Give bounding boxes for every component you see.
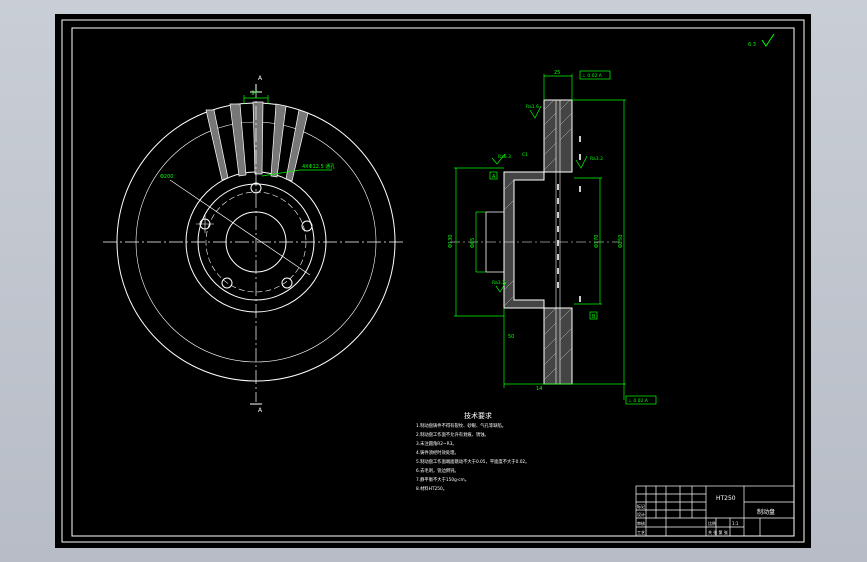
dim-top: 25 [554, 70, 560, 76]
dim-bottom: 14 [536, 386, 542, 392]
roughness-label-4: Ra3.2 [492, 280, 505, 286]
title-row-label: 设计 [637, 511, 645, 517]
title-part-name: 制动盘 [757, 508, 775, 516]
roughness-label-2: Ra3.2 [590, 156, 603, 162]
tech-req-line: 8.材料HT250。 [416, 485, 447, 492]
title-row-label: 标记 [637, 503, 645, 509]
tech-req-title: 技术要求 [464, 411, 492, 420]
tech-req-line: 2.制动盘工作面不允许有划痕、锈蚀。 [416, 431, 489, 438]
dim-hub: 50 [508, 334, 514, 340]
dim-right-outer: Φ250 [618, 235, 624, 248]
angle-label: 9° [251, 90, 258, 97]
tech-req-line: 4.铸件须经时效处理。 [416, 449, 459, 456]
roughness-label-1: Ra1.6 [526, 104, 539, 110]
perp-bottom: ⊥ 0.02 A [628, 398, 649, 404]
title-sheet: 共 张 第 张 [708, 529, 728, 535]
hole-callout: 4XΦ12.5 通孔 [302, 163, 335, 170]
datum-left: A [492, 174, 496, 180]
surface-finish-corner-value: 6.3 [748, 42, 756, 48]
circle-diameter-label: Φ200 [160, 174, 173, 180]
chamfer-label: C1 [522, 152, 528, 158]
tech-req-line: 7.静平衡不大于150g·cm。 [416, 476, 469, 483]
title-row-label: 工艺 [637, 530, 645, 535]
tech-req-line: 5.制动盘工作面端面跳动不大于0.05，平面度不大于0.02。 [416, 458, 529, 465]
tech-req-line: 3.未注圆角R2~R3。 [416, 440, 457, 447]
tech-req-line: 1.制动盘铸件不得有裂纹、砂眼、气孔等缺陷。 [416, 422, 506, 429]
dim-right-inner: Φ170 [594, 235, 600, 248]
tech-req-line: 6.去毛刺，锐边倒钝。 [416, 467, 459, 474]
title-scale-label: 比例 [708, 520, 716, 526]
dim-left-inner: Φ65 [470, 238, 476, 248]
title-material: HT250 [716, 495, 736, 502]
title-scale: 1:1 [732, 521, 739, 526]
cad-drawing-canvas: 6.3 A A 9° 4XΦ12.5 通孔 Φ200 25 ⊥ 0.02 A R… [55, 14, 811, 548]
roughness-label-3: Ra6.3 [498, 154, 511, 160]
flatness-top: ⊥ 0.02 A [582, 73, 603, 79]
title-row-label: 审核 [637, 520, 645, 526]
dim-left-outer: Φ130 [448, 235, 454, 248]
drawing-area [55, 14, 811, 548]
datum-right: B [592, 314, 596, 320]
